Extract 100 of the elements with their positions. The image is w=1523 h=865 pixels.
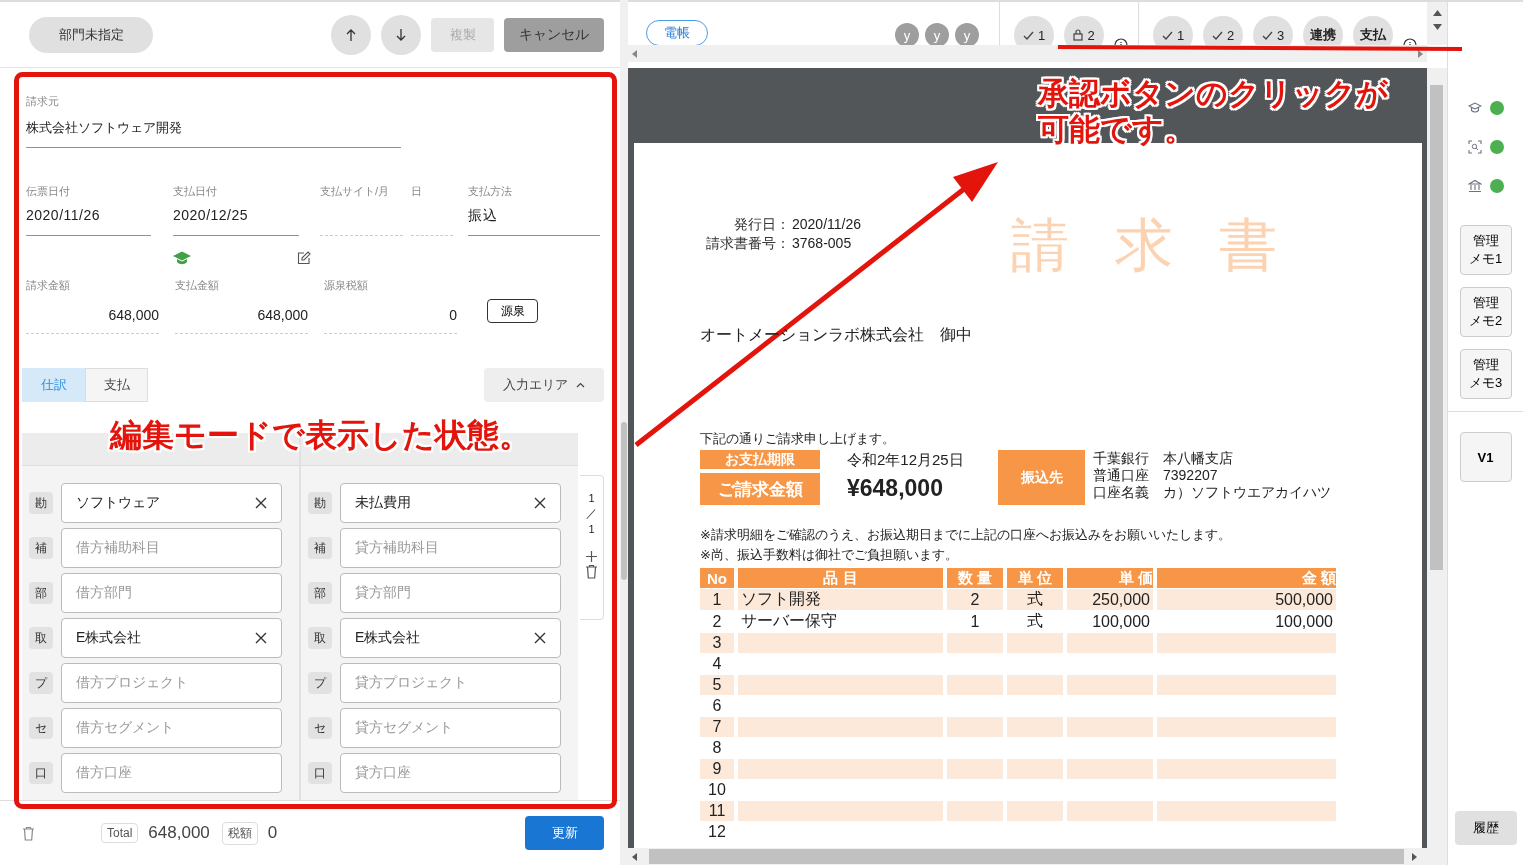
date-field[interactable]: 振込: [468, 197, 600, 236]
table-cell-text: 6: [711, 696, 723, 716]
scrollbar-thumb[interactable]: [649, 849, 1404, 864]
move-up-button[interactable]: [331, 14, 371, 55]
approval-step-button[interactable]: 支払: [1353, 16, 1393, 45]
table-cell-text: 2: [711, 611, 723, 632]
field-badge: 補: [308, 537, 332, 559]
withholding-button[interactable]: 源泉: [487, 299, 538, 323]
trash-icon[interactable]: [585, 564, 598, 579]
check-icon: [1211, 30, 1223, 40]
memo-button[interactable]: 管理メモ1: [1459, 225, 1512, 275]
version-button[interactable]: V1: [1459, 432, 1512, 482]
invoice-title: 請求書: [1011, 210, 1324, 281]
lock-button[interactable]: 2: [1064, 16, 1104, 45]
credit-field[interactable]: E株式会社: [340, 618, 561, 658]
tax-label: 税額: [221, 821, 258, 845]
table-cell: 9: [700, 759, 734, 779]
approve-button[interactable]: 1: [1014, 16, 1054, 45]
check-icon: [1022, 30, 1034, 40]
annotation-caption: 編集モードで表示した状態。: [110, 416, 531, 455]
graduation-cap-icon[interactable]: [173, 251, 191, 265]
scroll-left-icon[interactable]: [632, 852, 637, 861]
field-label: 請求金額: [26, 278, 71, 291]
page-count: 1: [588, 523, 595, 535]
scroll-right-icon[interactable]: [1412, 852, 1417, 861]
scrollbar-thumb[interactable]: [1430, 85, 1443, 570]
scroll-up-icon[interactable]: [1432, 10, 1442, 16]
department-button[interactable]: 部門未指定: [29, 16, 153, 53]
scrollbar-thumb[interactable]: [621, 422, 627, 580]
cancel-button[interactable]: キャンセル: [504, 17, 604, 52]
page-separator: ／: [586, 506, 597, 521]
billing-amount: ¥648,000: [847, 475, 944, 502]
arrow-down-icon: [396, 28, 406, 41]
field-label: 源泉税額: [324, 278, 369, 291]
note-text: ※尚、振込手数料は御社でご負担願います。: [700, 546, 959, 564]
check-icon: [1161, 30, 1173, 40]
update-button[interactable]: 更新: [525, 816, 604, 850]
scroll-right-icon[interactable]: [1418, 49, 1423, 58]
bank-detail: 口座名義 カ）ソフトウエアカイハツ: [1093, 484, 1331, 501]
column-header: 単 位: [1007, 568, 1063, 588]
trash-icon[interactable]: [22, 825, 35, 841]
edit-icon[interactable]: [297, 251, 311, 265]
field-label: 日: [411, 184, 423, 197]
chevron-up-icon: [576, 382, 585, 388]
approval-step-button[interactable]: 連携: [1303, 16, 1343, 45]
field-badge: 口: [308, 762, 332, 784]
billing-source-field[interactable]: 株式会社ソフトウェア開発: [26, 107, 401, 148]
scroll-down-icon[interactable]: [1432, 24, 1442, 30]
tab[interactable]: 支払: [85, 368, 148, 402]
approve-button[interactable]: 1: [1153, 16, 1193, 45]
debit-field[interactable]: E株式会社: [61, 618, 282, 658]
field-badge: 取: [308, 627, 332, 649]
field-badge: 勘: [29, 492, 53, 514]
tag-button[interactable]: 電帳: [646, 20, 708, 45]
date-field[interactable]: 2020/11/26: [26, 197, 151, 236]
total-label: Total: [101, 823, 139, 843]
check-icon: [1261, 30, 1273, 40]
arrow-up-icon: [346, 28, 356, 41]
field-label: 伝票日付: [26, 184, 71, 197]
amount-field[interactable]: 0: [324, 291, 457, 334]
field-badge: 勘: [308, 492, 332, 514]
field-badge: 口: [29, 762, 53, 784]
move-down-button[interactable]: [381, 14, 421, 55]
amount-field[interactable]: 648,000: [26, 291, 159, 334]
debit-field[interactable]: ソフトウェア: [61, 483, 282, 523]
clear-icon[interactable]: [255, 632, 267, 644]
clear-icon[interactable]: [534, 632, 546, 644]
input-area-button[interactable]: 入力エリア: [484, 368, 604, 402]
user-avatar: y: [955, 23, 979, 45]
clear-icon[interactable]: [534, 497, 546, 509]
date-field[interactable]: 2020/12/25: [173, 197, 299, 236]
recipient: オートメーションラボ株式会社 御中: [700, 325, 972, 345]
table-cell: 7: [700, 717, 734, 737]
approve-button[interactable]: 3: [1253, 16, 1293, 45]
field-badge: プ: [308, 672, 332, 694]
meta-value: 2020/11/26: [792, 215, 862, 234]
column-header: 数 量: [947, 568, 1003, 588]
history-button[interactable]: 履歴: [1454, 811, 1517, 845]
due-date: 令和2年12月25日: [847, 450, 965, 469]
memo-button[interactable]: 管理メモ2: [1459, 287, 1512, 337]
table-cell: 1: [700, 589, 734, 610]
add-icon[interactable]: [586, 551, 597, 562]
table-cell: 式: [1007, 589, 1063, 610]
meta-label: 請求書番号：: [705, 234, 790, 253]
lock-icon: [1073, 29, 1084, 41]
credit-field[interactable]: 未払費用: [340, 483, 561, 523]
scroll-left-icon[interactable]: [632, 49, 637, 58]
clear-icon[interactable]: [255, 497, 267, 509]
amount-field[interactable]: 648,000: [175, 291, 308, 334]
total-amount: 648,000: [148, 823, 210, 843]
column-header: 単 価: [1067, 568, 1153, 588]
table-cell-text: 10: [707, 780, 727, 800]
graduation-cap-icon: [1467, 101, 1482, 114]
bank-label: 振込先: [998, 450, 1085, 505]
field-label: 支払サイト/月: [320, 184, 391, 197]
meta-label: 発行日：: [733, 215, 790, 234]
table-cell: 5: [700, 675, 734, 695]
approve-button[interactable]: 2: [1203, 16, 1243, 45]
memo-button[interactable]: 管理メモ3: [1459, 349, 1512, 399]
user-avatar: y: [925, 23, 949, 45]
